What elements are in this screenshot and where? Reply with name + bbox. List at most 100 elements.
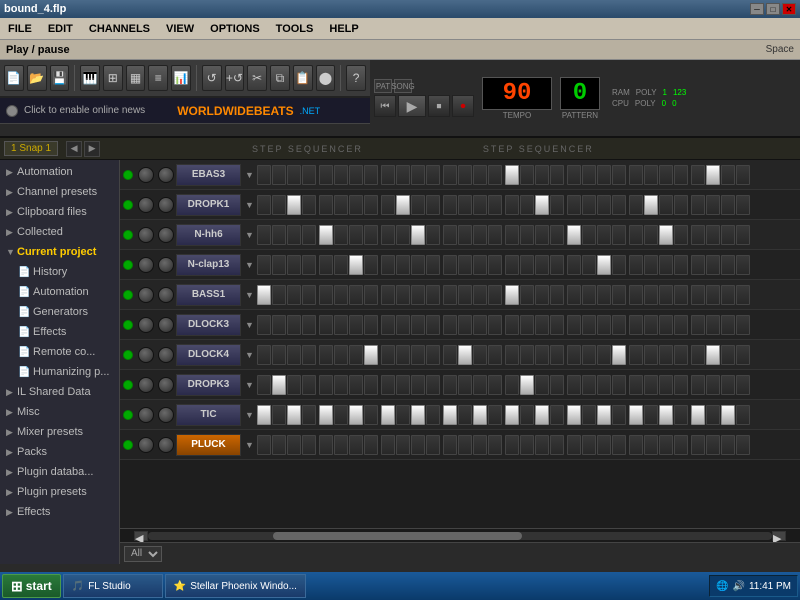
step-btn-7-24[interactable]	[629, 375, 643, 395]
step-btn-5-29[interactable]	[706, 315, 720, 335]
step-btn-2-23[interactable]	[612, 225, 626, 245]
step-btn-9-29[interactable]	[706, 435, 720, 455]
inst-knob1-0[interactable]	[138, 167, 154, 183]
step-btn-7-4[interactable]	[319, 375, 333, 395]
step-btn-9-3[interactable]	[302, 435, 316, 455]
sidebar-item-history[interactable]: 📄 History	[0, 262, 119, 282]
step-btn-9-26[interactable]	[659, 435, 673, 455]
step-btn-4-2[interactable]	[287, 285, 301, 305]
sidebar-item-plugin-db[interactable]: ▶ Plugin databa...	[0, 462, 119, 482]
step-btn-3-7[interactable]	[364, 255, 378, 275]
inst-name-9[interactable]: PLUCK	[176, 434, 241, 456]
step-btn-5-31[interactable]	[736, 315, 750, 335]
minimize-button[interactable]: ─	[750, 3, 764, 15]
step-btn-7-2[interactable]	[287, 375, 301, 395]
step-btn-6-10[interactable]	[411, 345, 425, 365]
step-btn-5-3[interactable]	[302, 315, 316, 335]
step-btn-9-0[interactable]	[257, 435, 271, 455]
step-btn-7-1[interactable]	[272, 375, 286, 395]
step-btn-4-4[interactable]	[319, 285, 333, 305]
step-btn-2-8[interactable]	[381, 225, 395, 245]
step-btn-9-9[interactable]	[396, 435, 410, 455]
step-btn-7-27[interactable]	[674, 375, 688, 395]
step-btn-5-24[interactable]	[629, 315, 643, 335]
step-btn-1-26[interactable]	[659, 195, 673, 215]
step-btn-8-29[interactable]	[706, 405, 720, 425]
scroll-left[interactable]: ◀	[134, 531, 148, 541]
step-btn-3-10[interactable]	[411, 255, 425, 275]
sidebar-item-collected[interactable]: ▶ Collected	[0, 222, 119, 242]
step-btn-1-6[interactable]	[349, 195, 363, 215]
step-btn-0-3[interactable]	[302, 165, 316, 185]
step-btn-5-8[interactable]	[381, 315, 395, 335]
step-btn-5-26[interactable]	[659, 315, 673, 335]
step-btn-8-15[interactable]	[488, 405, 502, 425]
step-btn-1-1[interactable]	[272, 195, 286, 215]
step-btn-4-19[interactable]	[550, 285, 564, 305]
step-btn-9-7[interactable]	[364, 435, 378, 455]
step-btn-4-9[interactable]	[396, 285, 410, 305]
step-btn-2-3[interactable]	[302, 225, 316, 245]
sidebar-item-humanize[interactable]: 📄 Humanizing p...	[0, 362, 119, 382]
inst-led-5[interactable]	[123, 320, 133, 330]
step-btn-9-25[interactable]	[644, 435, 658, 455]
history-button[interactable]: +↺	[225, 65, 245, 91]
step-btn-8-30[interactable]	[721, 405, 735, 425]
step-btn-1-15[interactable]	[488, 195, 502, 215]
step-btn-1-30[interactable]	[721, 195, 735, 215]
step-btn-9-12[interactable]	[443, 435, 457, 455]
step-btn-7-17[interactable]	[520, 375, 534, 395]
step-btn-4-11[interactable]	[426, 285, 440, 305]
step-btn-1-19[interactable]	[550, 195, 564, 215]
step-btn-2-24[interactable]	[629, 225, 643, 245]
step-btn-9-10[interactable]	[411, 435, 425, 455]
step-btn-6-20[interactable]	[567, 345, 581, 365]
step-btn-5-1[interactable]	[272, 315, 286, 335]
inst-led-8[interactable]	[123, 410, 133, 420]
news-text[interactable]: Click to enable online news	[24, 105, 145, 116]
step-btn-4-0[interactable]	[257, 285, 271, 305]
step-btn-5-20[interactable]	[567, 315, 581, 335]
step-btn-1-9[interactable]	[396, 195, 410, 215]
step-btn-0-0[interactable]	[257, 165, 271, 185]
scroll-thumb[interactable]	[273, 532, 523, 540]
step-btn-2-9[interactable]	[396, 225, 410, 245]
step-btn-6-11[interactable]	[426, 345, 440, 365]
step-btn-0-9[interactable]	[396, 165, 410, 185]
step-btn-2-14[interactable]	[473, 225, 487, 245]
step-btn-0-24[interactable]	[629, 165, 643, 185]
step-btn-6-30[interactable]	[721, 345, 735, 365]
step-btn-3-12[interactable]	[443, 255, 457, 275]
help-button[interactable]: ?	[346, 65, 366, 91]
step-btn-6-23[interactable]	[612, 345, 626, 365]
step-btn-7-11[interactable]	[426, 375, 440, 395]
step-btn-2-27[interactable]	[674, 225, 688, 245]
step-btn-2-12[interactable]	[443, 225, 457, 245]
step-btn-4-23[interactable]	[612, 285, 626, 305]
step-btn-1-11[interactable]	[426, 195, 440, 215]
step-btn-1-0[interactable]	[257, 195, 271, 215]
step-btn-9-31[interactable]	[736, 435, 750, 455]
step-btn-5-2[interactable]	[287, 315, 301, 335]
step-btn-2-6[interactable]	[349, 225, 363, 245]
sidebar-item-generators[interactable]: 📄 Generators	[0, 302, 119, 322]
step-btn-3-2[interactable]	[287, 255, 301, 275]
inst-name-3[interactable]: N-clap13	[176, 254, 241, 276]
menu-tools[interactable]: TOOLS	[272, 21, 318, 37]
step-btn-4-10[interactable]	[411, 285, 425, 305]
step-btn-3-29[interactable]	[706, 255, 720, 275]
step-btn-1-14[interactable]	[473, 195, 487, 215]
step-btn-6-15[interactable]	[488, 345, 502, 365]
sidebar-item-effects[interactable]: 📄 Effects	[0, 322, 119, 342]
step-btn-8-18[interactable]	[535, 405, 549, 425]
step-btn-6-21[interactable]	[582, 345, 596, 365]
step-btn-8-12[interactable]	[443, 405, 457, 425]
sidebar-item-effects-bottom[interactable]: ▶ Effects	[0, 502, 119, 522]
step-btn-8-21[interactable]	[582, 405, 596, 425]
step-btn-6-12[interactable]	[443, 345, 457, 365]
step-btn-3-24[interactable]	[629, 255, 643, 275]
step-btn-6-22[interactable]	[597, 345, 611, 365]
new-button[interactable]: 📄	[4, 65, 24, 91]
step-btn-8-10[interactable]	[411, 405, 425, 425]
step-btn-8-3[interactable]	[302, 405, 316, 425]
